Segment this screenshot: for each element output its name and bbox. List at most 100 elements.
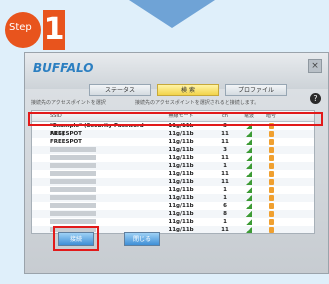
list-item[interactable]: 11g/11b 6 [32, 202, 314, 210]
channel-cell: 3 [223, 147, 227, 153]
channel-cell: 11 [221, 131, 229, 137]
ssid-cell [32, 194, 150, 202]
signal-cell [238, 194, 260, 202]
signal-cell [238, 154, 260, 162]
lock-icon [268, 186, 274, 193]
mode-cell: 11g/11b [168, 139, 194, 145]
blurred-ssid [50, 187, 96, 192]
mode-cell: 11g/11b [168, 203, 194, 209]
help-icon[interactable]: ? [310, 93, 321, 104]
encryption-cell [260, 210, 282, 218]
step-word: Step [9, 22, 32, 33]
list-item[interactable]: 11g/11b 1 [32, 194, 314, 202]
list-item[interactable]: 11g/11b 1 [32, 162, 314, 170]
lock-icon [268, 138, 274, 145]
lock-icon [268, 162, 274, 169]
list-item[interactable]: FREESPOT 11g/11b 11 [32, 130, 314, 138]
signal-cell [238, 146, 260, 154]
mode-cell: 11g/11b [168, 187, 194, 193]
signal-strength-icon [246, 186, 252, 193]
ssid-cell [32, 218, 150, 226]
signal-strength-icon [246, 226, 252, 233]
ssid-cell: FREESPOT [50, 139, 82, 145]
encryption-cell [260, 138, 282, 146]
info-text-left: 接続先のアクセスポイントを選択 [31, 100, 106, 106]
tab-profile[interactable]: プロファイル [225, 84, 287, 96]
signal-cell [238, 226, 260, 233]
list-item[interactable]: 11g/11b 11 [32, 154, 314, 162]
ssid-cell [32, 186, 150, 194]
list-item[interactable]: 11g/11b 11 [32, 178, 314, 186]
signal-strength-icon [246, 162, 252, 169]
channel-cell: 1 [223, 219, 227, 225]
lock-icon [268, 202, 274, 209]
blurred-ssid [50, 155, 96, 160]
mode-cell: 11g/11b [168, 219, 194, 225]
lock-icon [268, 226, 274, 233]
channel-cell: 1 [223, 163, 227, 169]
signal-cell [238, 130, 260, 138]
ssid-cell [32, 202, 150, 210]
list-item[interactable]: 11g/11b 1 [32, 186, 314, 194]
blurred-ssid [50, 195, 96, 200]
signal-strength-icon [246, 218, 252, 225]
signal-cell [238, 186, 260, 194]
ssid-cell [32, 178, 150, 186]
mode-cell: 11g/11b [168, 155, 194, 161]
channel-cell: 11 [221, 171, 229, 177]
info-text-mid: 接続先のアクセスポイントを選択されると接続します。 [135, 100, 260, 106]
ssid-cell: FREESPOT [50, 131, 82, 137]
close-icon[interactable]: × [308, 59, 322, 73]
list-item[interactable]: 11g/11b 8 [32, 210, 314, 218]
lock-icon [268, 178, 274, 185]
ssid-cell [32, 154, 150, 162]
encryption-cell [260, 130, 282, 138]
cancel-button[interactable]: 閉じる [124, 232, 160, 246]
encryption-cell [260, 162, 282, 170]
encryption-cell [260, 170, 282, 178]
blurred-ssid [50, 163, 96, 168]
encryption-cell [260, 226, 282, 233]
encryption-cell [260, 202, 282, 210]
signal-strength-icon [246, 138, 252, 145]
signal-strength-icon [246, 178, 252, 185]
down-arrow-icon [129, 0, 215, 28]
mode-cell: 11g/11b [168, 179, 194, 185]
encryption-cell [260, 178, 282, 186]
ssid-cell [32, 162, 150, 170]
lock-icon [268, 170, 274, 177]
lock-icon [268, 130, 274, 137]
channel-cell: 1 [223, 187, 227, 193]
channel-cell: 8 [223, 211, 227, 217]
blurred-ssid [50, 147, 96, 152]
blurred-ssid [50, 203, 96, 208]
signal-strength-icon [246, 210, 252, 217]
list-item[interactable]: 11g/11b 3 [32, 146, 314, 154]
encryption-cell [260, 218, 282, 226]
list-item[interactable]: 11g/11b 1 [32, 218, 314, 226]
list-item[interactable]: 11g/11b 11 [32, 170, 314, 178]
signal-cell [238, 138, 260, 146]
encryption-cell [260, 194, 282, 202]
mode-cell: 11g/11b [168, 163, 194, 169]
signal-strength-icon [246, 130, 252, 137]
tab-status[interactable]: ステータス [89, 84, 151, 96]
tab-search[interactable]: 検 索 [157, 84, 219, 96]
list-item[interactable]: FREESPOT 11g/11b 11 [32, 138, 314, 146]
step-number: 1 [43, 10, 65, 50]
mode-cell: 11g/11b [168, 211, 194, 217]
lock-icon [268, 146, 274, 153]
tab-bar: ステータス 検 索 プロファイル [89, 84, 287, 96]
lock-icon [268, 218, 274, 225]
encryption-cell [260, 186, 282, 194]
signal-cell [238, 202, 260, 210]
signal-strength-icon [246, 170, 252, 177]
blurred-ssid [50, 219, 96, 224]
encryption-cell [260, 146, 282, 154]
channel-cell: 11 [221, 139, 229, 145]
ssid-cell [32, 210, 150, 218]
signal-cell [238, 210, 260, 218]
connect-button-highlight [53, 226, 99, 251]
mode-cell: 11g/11b [168, 131, 194, 137]
signal-cell [238, 162, 260, 170]
